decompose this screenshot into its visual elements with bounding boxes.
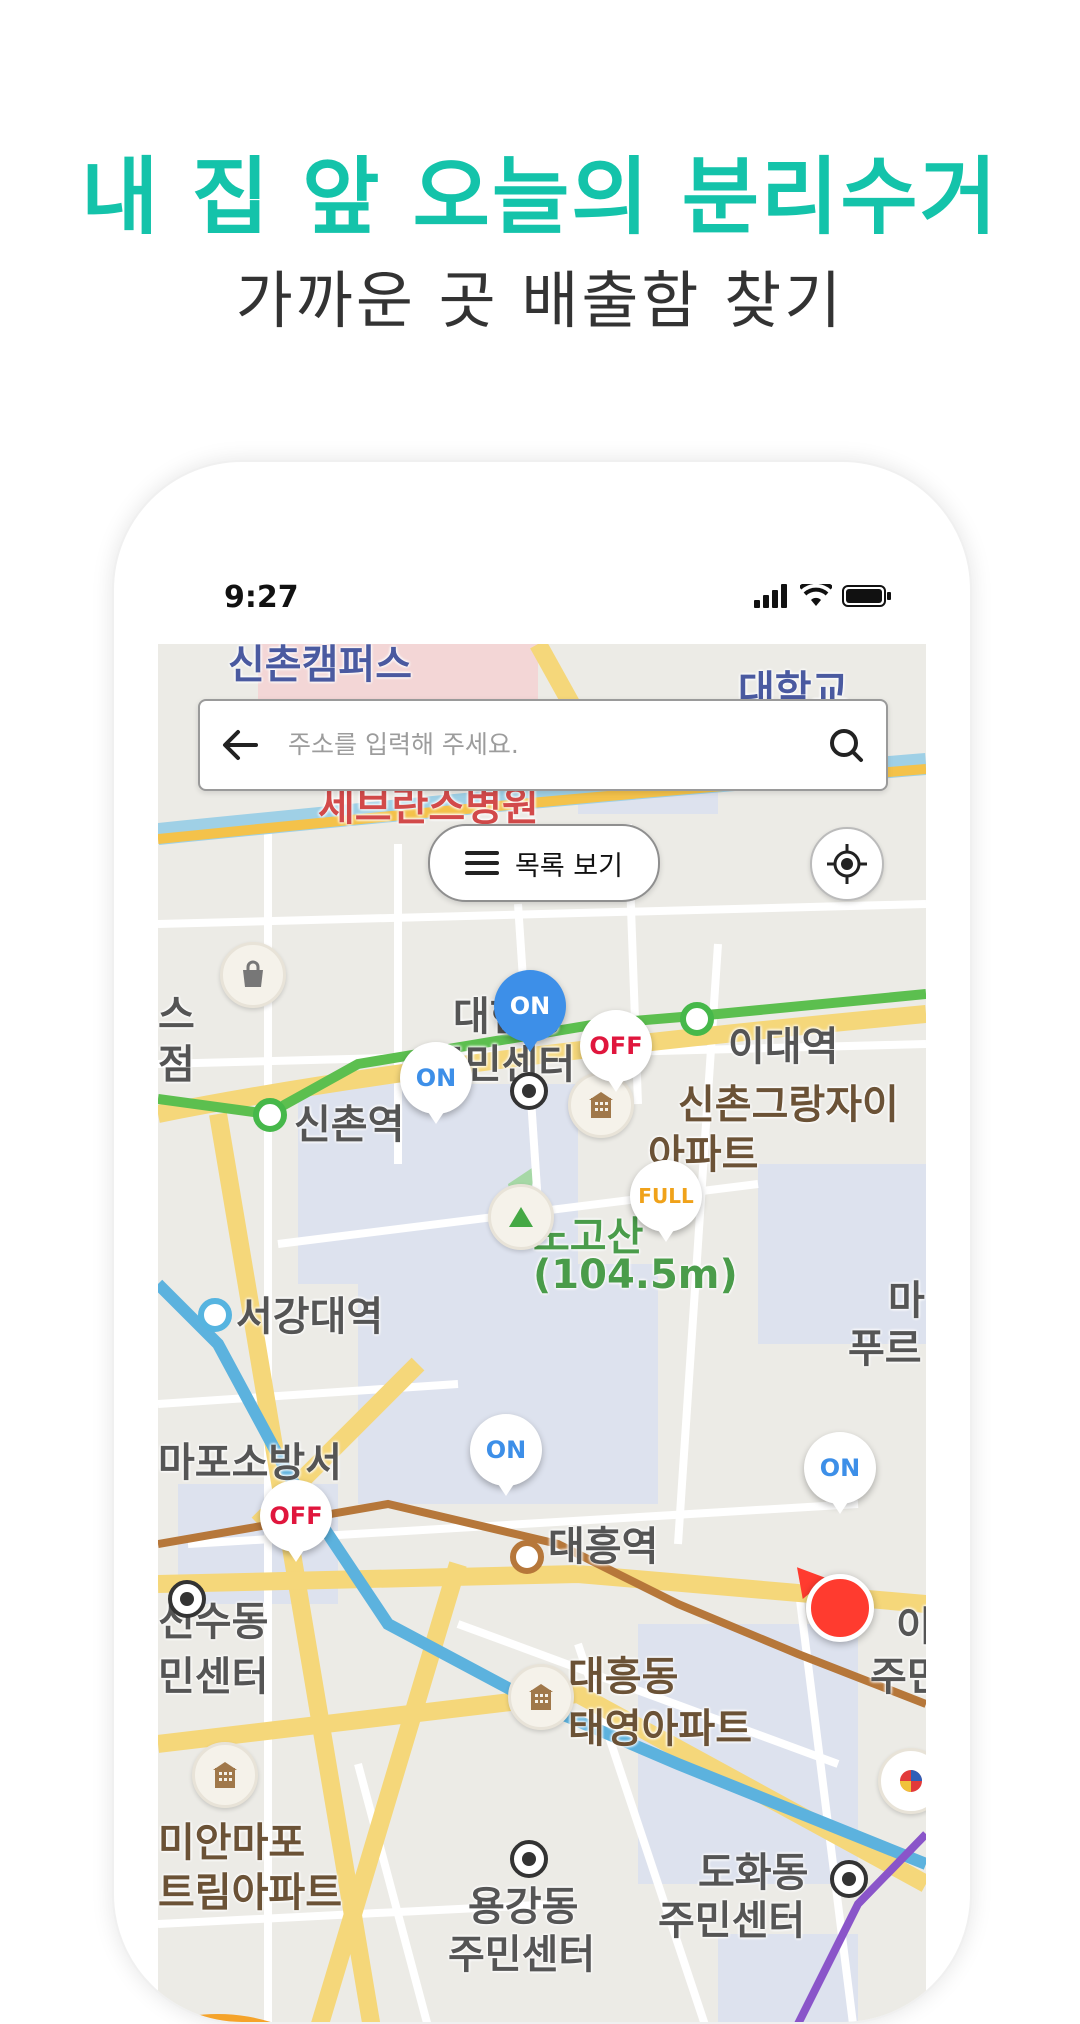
bin-pin[interactable]: OFF	[260, 1480, 332, 1562]
address-search-input[interactable]	[286, 721, 810, 767]
label-minsenter: 민센터	[158, 1654, 269, 1700]
bin-pin[interactable]: OFF	[580, 1010, 652, 1092]
bin-pin[interactable]: ON	[494, 970, 566, 1052]
label-sinchon-station: 신촌역	[294, 1102, 405, 1148]
phone-screen: 9:27 신촌캠퍼스 대학교 세브란스병원 주민센터 이대역 신촌그랑자이 아파…	[158, 504, 926, 2022]
station-idae[interactable]	[680, 1002, 714, 1036]
back-arrow-icon[interactable]	[218, 723, 262, 767]
label-daeheung-station: 대흥역	[548, 1524, 659, 1570]
label-trim-apt: 트림아파트	[158, 1870, 342, 1916]
station-daeheung[interactable]	[510, 1540, 544, 1574]
label-sinchon-campus: 신촌캠퍼스	[228, 644, 412, 688]
current-location-marker	[806, 1574, 874, 1642]
crosshair-icon	[827, 844, 867, 884]
label-daeheung-dong: 대흥동	[568, 1654, 679, 1700]
station-sinchon[interactable]	[253, 1098, 287, 1132]
bin-pin[interactable]: ON	[470, 1414, 542, 1496]
community-center-marker[interactable]	[168, 1580, 206, 1618]
status-icons	[754, 584, 892, 608]
label-right-ju: 주민	[870, 1654, 926, 1700]
label-nogosan-height: (104.5m)	[533, 1252, 738, 1298]
community-center-marker[interactable]	[510, 1072, 548, 1110]
label-idae-station: 이대역	[728, 1024, 839, 1070]
address-search-bar[interactable]	[198, 699, 888, 791]
bin-pin[interactable]: ON	[400, 1042, 472, 1124]
station-seogang[interactable]	[198, 1298, 232, 1332]
label-taeyoung-apt: 태영아파트	[568, 1706, 752, 1752]
map-view[interactable]: 신촌캠퍼스 대학교 세브란스병원 대현동 주민센터 이대역 신촌그랑자이 아파트…	[158, 644, 926, 2022]
label-mapo-fire: 마포소방서	[158, 1440, 342, 1486]
apartment-icon[interactable]	[568, 1072, 634, 1138]
menu-icon	[465, 851, 500, 875]
hero-headline: 내 집 앞 오늘의 분리수거	[81, 148, 999, 246]
bin-pin[interactable]: ON	[804, 1432, 876, 1514]
bin-pin[interactable]: FULL	[630, 1160, 702, 1242]
label-pureu: 푸르	[848, 1326, 922, 1372]
status-time: 9:27	[224, 580, 299, 615]
search-icon[interactable]	[824, 723, 868, 767]
phone-frame: 9:27 신촌캠퍼스 대학교 세브란스병원 주민센터 이대역 신촌그랑자이 아파…	[112, 460, 972, 2024]
mountain-icon[interactable]	[488, 1184, 554, 1250]
hero-subheadline: 가까운 곳 배출함 찾기	[235, 264, 845, 337]
apartment-icon[interactable]	[192, 1742, 258, 1808]
label-dohwa-center: 주민센터	[658, 1898, 806, 1944]
wifi-icon	[800, 584, 832, 606]
list-view-button[interactable]: 목록 보기	[428, 824, 660, 902]
shopping-bag-icon[interactable]	[220, 942, 286, 1008]
community-center-marker[interactable]	[830, 1860, 868, 1898]
label-seogang-station: 서강대역	[236, 1294, 384, 1340]
locate-me-button[interactable]	[810, 827, 884, 901]
apartment-icon[interactable]	[508, 1664, 574, 1730]
list-view-label: 목록 보기	[515, 850, 623, 882]
label-jeom: 점	[158, 1042, 195, 1088]
battery-icon	[842, 585, 891, 607]
label-yonggang-center: 주민센터	[448, 1932, 596, 1978]
community-center-marker[interactable]	[510, 1840, 548, 1878]
signal-icon	[754, 584, 787, 608]
